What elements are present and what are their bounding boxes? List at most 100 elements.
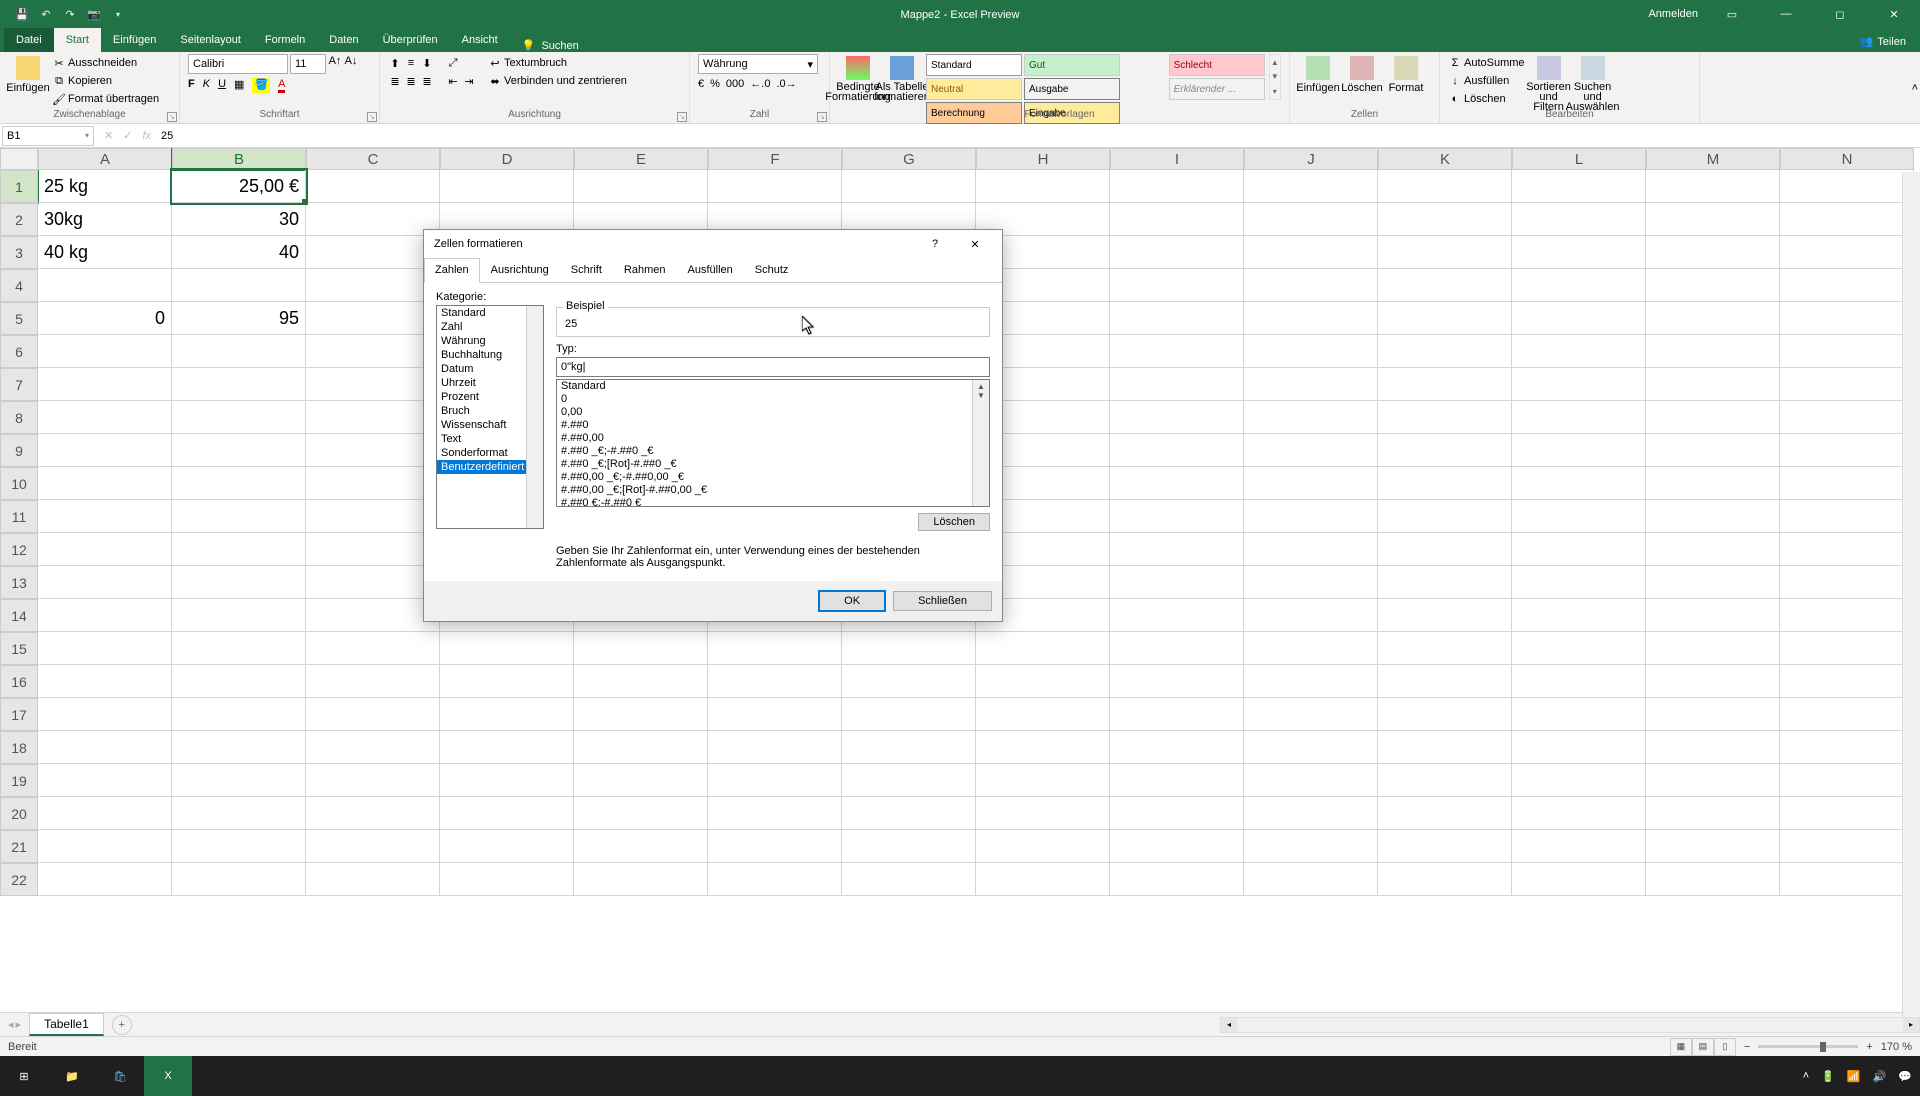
cell-C13[interactable] bbox=[306, 566, 440, 599]
cell-D19[interactable] bbox=[440, 764, 574, 797]
cell-J18[interactable] bbox=[1244, 731, 1378, 764]
cell-I2[interactable] bbox=[1110, 203, 1244, 236]
cell-N21[interactable] bbox=[1780, 830, 1914, 863]
cell-F19[interactable] bbox=[708, 764, 842, 797]
cell-E15[interactable] bbox=[574, 632, 708, 665]
autosum-button[interactable]: ΣAutoSumme bbox=[1448, 54, 1525, 72]
cell-C6[interactable] bbox=[306, 335, 440, 368]
cell-C17[interactable] bbox=[306, 698, 440, 731]
share-button[interactable]: 👥 Teilen bbox=[1846, 31, 1920, 52]
save-icon[interactable]: 💾 bbox=[12, 4, 32, 24]
tab-ansicht[interactable]: Ansicht bbox=[450, 28, 510, 52]
font-name-combo[interactable]: Calibri bbox=[188, 54, 288, 74]
cell-A12[interactable] bbox=[38, 533, 172, 566]
format-item[interactable]: #.##0 _€;-#.##0 _€ bbox=[557, 445, 989, 458]
delete-cells-button[interactable]: Löschen bbox=[1342, 54, 1382, 94]
col-header-M[interactable]: M bbox=[1646, 148, 1780, 170]
currency-icon[interactable]: € bbox=[698, 78, 704, 90]
cell-I19[interactable] bbox=[1110, 764, 1244, 797]
cell-I16[interactable] bbox=[1110, 665, 1244, 698]
cell-A2[interactable]: 30kg bbox=[38, 203, 172, 236]
wrap-text-button[interactable]: ↩Textumbruch bbox=[488, 54, 627, 72]
cell-G1[interactable] bbox=[842, 170, 976, 203]
cell-B17[interactable] bbox=[172, 698, 306, 731]
cell-K14[interactable] bbox=[1378, 599, 1512, 632]
col-header-I[interactable]: I bbox=[1110, 148, 1244, 170]
page-layout-view-icon[interactable]: ▤ bbox=[1692, 1038, 1714, 1056]
cell-J12[interactable] bbox=[1244, 533, 1378, 566]
cell-N2[interactable] bbox=[1780, 203, 1914, 236]
row-header-2[interactable]: 2 bbox=[0, 203, 38, 236]
schliessen-button[interactable]: Schließen bbox=[893, 591, 992, 611]
dialog-tab-schrift[interactable]: Schrift bbox=[560, 258, 613, 282]
dialog-tab-schutz[interactable]: Schutz bbox=[744, 258, 800, 282]
cell-A7[interactable] bbox=[38, 368, 172, 401]
col-header-L[interactable]: L bbox=[1512, 148, 1646, 170]
cell-N6[interactable] bbox=[1780, 335, 1914, 368]
format-item[interactable]: #.##0,00 bbox=[557, 432, 989, 445]
cell-J13[interactable] bbox=[1244, 566, 1378, 599]
dialog-tab-ausrichtung[interactable]: Ausrichtung bbox=[480, 258, 560, 282]
cell-A8[interactable] bbox=[38, 401, 172, 434]
cell-I22[interactable] bbox=[1110, 863, 1244, 896]
cell-E19[interactable] bbox=[574, 764, 708, 797]
cell-N7[interactable] bbox=[1780, 368, 1914, 401]
cell-B3[interactable]: 40 bbox=[172, 236, 306, 269]
cell-A4[interactable] bbox=[38, 269, 172, 302]
cell-M4[interactable] bbox=[1646, 269, 1780, 302]
row-header-21[interactable]: 21 bbox=[0, 830, 38, 863]
row-header-18[interactable]: 18 bbox=[0, 731, 38, 764]
dialog-tab-ausfuellen[interactable]: Ausfüllen bbox=[677, 258, 744, 282]
bold-button[interactable]: F bbox=[188, 78, 195, 93]
orientation-icon[interactable]: ⤢ bbox=[446, 56, 460, 70]
row-header-7[interactable]: 7 bbox=[0, 368, 38, 401]
cell-D17[interactable] bbox=[440, 698, 574, 731]
zoom-level[interactable]: 170 % bbox=[1881, 1041, 1912, 1053]
tray-battery-icon[interactable]: 🔋 bbox=[1821, 1070, 1835, 1083]
cell-C15[interactable] bbox=[306, 632, 440, 665]
format-cells-button[interactable]: Format bbox=[1386, 54, 1426, 94]
cell-L5[interactable] bbox=[1512, 302, 1646, 335]
style-gut[interactable]: Gut bbox=[1024, 54, 1120, 76]
cell-L3[interactable] bbox=[1512, 236, 1646, 269]
cell-N15[interactable] bbox=[1780, 632, 1914, 665]
cell-K21[interactable] bbox=[1378, 830, 1512, 863]
cell-B7[interactable] bbox=[172, 368, 306, 401]
cell-C4[interactable] bbox=[306, 269, 440, 302]
category-item[interactable]: Text bbox=[437, 432, 543, 446]
cell-J14[interactable] bbox=[1244, 599, 1378, 632]
cell-N9[interactable] bbox=[1780, 434, 1914, 467]
cell-I15[interactable] bbox=[1110, 632, 1244, 665]
cell-F22[interactable] bbox=[708, 863, 842, 896]
fill-color-button[interactable]: 🪣 bbox=[252, 78, 270, 93]
cell-J6[interactable] bbox=[1244, 335, 1378, 368]
zoom-slider[interactable] bbox=[1758, 1045, 1858, 1048]
cell-A18[interactable] bbox=[38, 731, 172, 764]
category-item[interactable]: Währung bbox=[437, 334, 543, 348]
redo-icon[interactable]: ↷ bbox=[60, 4, 80, 24]
cell-J22[interactable] bbox=[1244, 863, 1378, 896]
cell-C7[interactable] bbox=[306, 368, 440, 401]
cell-L21[interactable] bbox=[1512, 830, 1646, 863]
cell-K11[interactable] bbox=[1378, 500, 1512, 533]
cell-A19[interactable] bbox=[38, 764, 172, 797]
decrease-font-icon[interactable]: A↓ bbox=[344, 54, 358, 68]
cell-E1[interactable] bbox=[574, 170, 708, 203]
cancel-formula-icon[interactable]: ✕ bbox=[104, 129, 113, 142]
cell-L15[interactable] bbox=[1512, 632, 1646, 665]
cell-L13[interactable] bbox=[1512, 566, 1646, 599]
cell-E21[interactable] bbox=[574, 830, 708, 863]
cell-C22[interactable] bbox=[306, 863, 440, 896]
cell-L2[interactable] bbox=[1512, 203, 1646, 236]
camera-icon[interactable]: 📷 bbox=[84, 4, 104, 24]
cell-C16[interactable] bbox=[306, 665, 440, 698]
conditional-formatting-button[interactable]: Bedingte Formatierung bbox=[838, 54, 878, 102]
tray-notifications-icon[interactable]: 💬 bbox=[1898, 1070, 1912, 1083]
cell-A14[interactable] bbox=[38, 599, 172, 632]
cell-C3[interactable] bbox=[306, 236, 440, 269]
dialog-launcher-icon[interactable]: ↘ bbox=[167, 112, 177, 122]
cell-D22[interactable] bbox=[440, 863, 574, 896]
percent-icon[interactable]: % bbox=[710, 78, 720, 90]
zoom-in-icon[interactable]: + bbox=[1866, 1041, 1872, 1053]
cell-B2[interactable]: 30 bbox=[172, 203, 306, 236]
